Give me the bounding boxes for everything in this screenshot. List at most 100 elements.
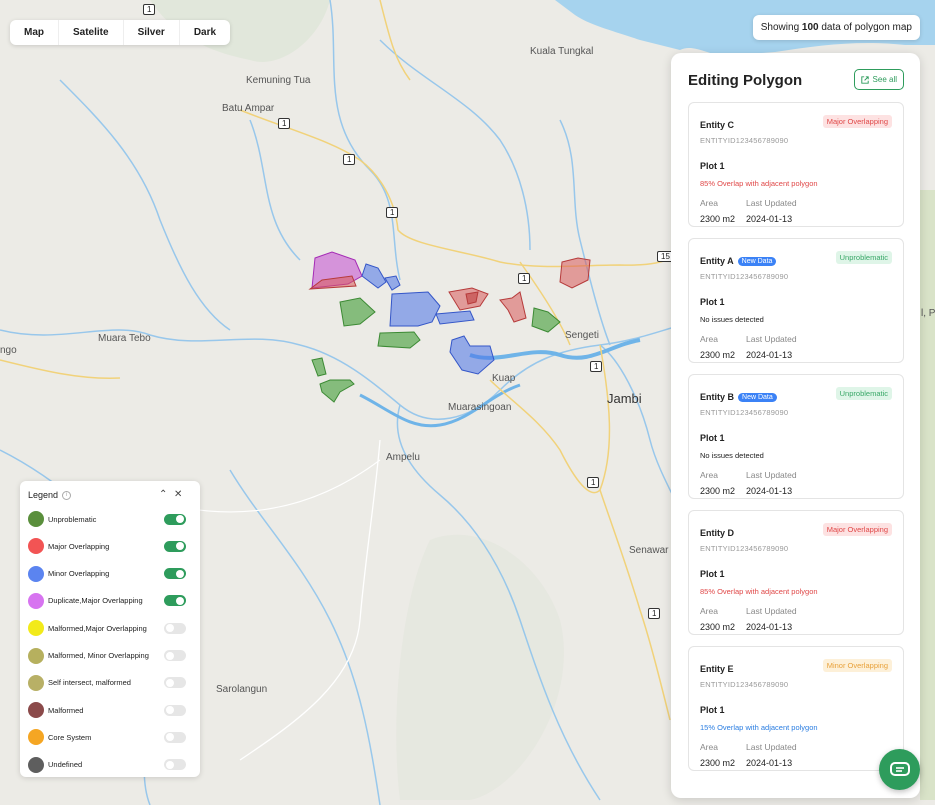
editing-polygon-panel: Editing Polygon See all Entity C Major Ov… <box>671 53 920 798</box>
area-value: 2300 m2 <box>700 350 736 360</box>
chat-button[interactable] <box>879 749 920 790</box>
legend-panel: Legend i ⌃ ✕ Unproblematic Major Overlappi… <box>20 481 200 777</box>
map-label: Kemuning Tua <box>246 75 311 86</box>
major-polygon[interactable] <box>465 291 479 305</box>
legend-toggle[interactable] <box>164 595 186 607</box>
close-icon[interactable]: ✕ <box>174 489 182 500</box>
polygon-count-info: Showing 100 data of polygon map <box>752 15 920 40</box>
legend-swatch <box>28 511 44 527</box>
card-entity-name: Entity B <box>700 392 735 402</box>
legend-item-label: Unproblematic <box>48 514 97 524</box>
see-all-button[interactable]: See all <box>853 69 904 90</box>
legend-item-label: Malformed <box>48 705 84 715</box>
legend-item-label: Self intersect, malformed <box>48 678 131 688</box>
status-badge: Minor Overlapping <box>822 659 892 672</box>
legend-item: Malformed <box>28 698 186 722</box>
see-all-label: See all <box>872 75 897 84</box>
road-badge: 1 <box>343 154 356 165</box>
road-badge: 1 <box>587 477 600 488</box>
card-description: 85% Overlap with adjacent polygon <box>700 179 818 188</box>
polygon-card[interactable]: Entity A New Data Unproblematic ENTITYID123… <box>688 238 904 363</box>
map-label: Kuap <box>492 373 516 384</box>
legend-toggle[interactable] <box>164 622 186 634</box>
polygon-card[interactable]: Entity D Major Overlapping ENTITYID1234567… <box>688 510 904 635</box>
area-value: 2300 m2 <box>700 622 736 632</box>
minor-polygon[interactable] <box>389 291 441 327</box>
map-label: Kuala Tungkal <box>530 46 594 57</box>
map-label: Ampelu <box>386 452 420 463</box>
map-style-silver-button[interactable]: Silver <box>124 20 180 45</box>
legend-toggle[interactable] <box>164 540 186 552</box>
panel-title: Editing Polygon <box>688 72 803 89</box>
card-plot-name: Plot 1 <box>700 297 725 307</box>
legend-swatch <box>28 620 44 637</box>
map-style-map-button[interactable]: Map <box>10 20 59 45</box>
legend-item: Duplicate,Major Overlapping <box>28 589 186 613</box>
area-label: Area <box>700 742 718 752</box>
polygon-card[interactable]: Entity B New Data Unproblematic ENTITYID123… <box>688 374 904 499</box>
card-plot-name: Plot 1 <box>700 569 725 579</box>
map-style-satelite-button[interactable]: Satelite <box>59 20 124 45</box>
legend-item: Malformed,Major Overlapping <box>28 616 186 640</box>
card-description: No issues detected <box>700 315 764 324</box>
legend-swatch <box>28 647 44 664</box>
legend-item-label: Duplicate,Major Overlapping <box>48 596 143 606</box>
count-value: 100 <box>801 22 819 33</box>
last-updated-value: 2024-01-13 <box>746 758 793 768</box>
map-label-city: Jambi <box>607 391 642 406</box>
card-entity-id: ENTITYID123456789090 <box>700 272 789 281</box>
count-prefix: Showing <box>760 22 802 33</box>
legend-item-label: Minor Overlapping <box>48 569 110 579</box>
legend-item: Major Overlapping <box>28 534 186 558</box>
last-updated-value: 2024-01-13 <box>746 350 793 360</box>
map-label: Batu Ampar <box>222 103 275 114</box>
legend-item-label: Undefined <box>48 760 83 770</box>
map-style-dark-button[interactable]: Dark <box>180 20 230 45</box>
legend-item: Unproblematic <box>28 507 186 531</box>
legend-toggle[interactable] <box>164 513 186 525</box>
legend-title: Legend <box>28 490 59 500</box>
legend-item: Self intersect, malformed <box>28 671 186 695</box>
card-description: No issues detected <box>700 451 764 460</box>
area-value: 2300 m2 <box>700 758 736 768</box>
status-badge: Unproblematic <box>835 251 892 264</box>
external-link-icon <box>860 75 869 84</box>
last-updated-label: Last Updated <box>746 334 797 344</box>
legend-toggle[interactable] <box>164 677 186 689</box>
card-description: 85% Overlap with adjacent polygon <box>700 587 818 596</box>
status-badge: Unproblematic <box>835 387 892 400</box>
legend-item: Minor Overlapping <box>28 562 186 586</box>
area-value: 2300 m2 <box>700 214 736 224</box>
card-description: 15% Overlap with adjacent polygon <box>700 723 818 732</box>
legend-item-label: Malformed,Major Overlapping <box>48 623 147 633</box>
area-label: Area <box>700 334 718 344</box>
area-label: Area <box>700 606 718 616</box>
legend-toggle[interactable] <box>164 731 186 743</box>
card-plot-name: Plot 1 <box>700 161 725 171</box>
polygon-card-list[interactable]: Entity C Major Overlapping ENTITYID1234567… <box>688 101 904 798</box>
collapse-chevron-up-icon[interactable]: ⌃ <box>159 489 167 500</box>
legend-toggle[interactable] <box>164 568 186 580</box>
legend-swatch <box>28 592 44 609</box>
legend-swatch <box>28 729 44 746</box>
polygon-card[interactable]: Entity C Major Overlapping ENTITYID1234567… <box>688 102 904 227</box>
polygon-card[interactable]: Entity E Minor Overlapping ENTITYID1234567… <box>688 646 904 771</box>
legend-item-label: Major Overlapping <box>48 541 110 551</box>
road-badge: 1 <box>648 608 661 619</box>
map-label: Sengeti <box>565 330 599 341</box>
legend-toggle[interactable] <box>164 759 186 771</box>
road-badge: 1 <box>590 361 603 372</box>
legend-item-label: Core System <box>48 732 92 742</box>
legend-item: Undefined <box>28 753 186 777</box>
legend-toggle[interactable] <box>164 704 186 716</box>
unproblematic-polygon[interactable] <box>377 331 421 349</box>
road-badge: 1 <box>143 4 156 15</box>
last-updated-label: Last Updated <box>746 742 797 752</box>
info-icon[interactable]: i <box>62 490 72 500</box>
card-plot-name: Plot 1 <box>700 705 725 715</box>
card-entity-name: Entity E <box>700 664 734 674</box>
legend-toggle[interactable] <box>164 650 186 661</box>
legend-item: Core System <box>28 725 186 749</box>
last-updated-label: Last Updated <box>746 470 797 480</box>
road-badge: 1 <box>386 207 399 218</box>
